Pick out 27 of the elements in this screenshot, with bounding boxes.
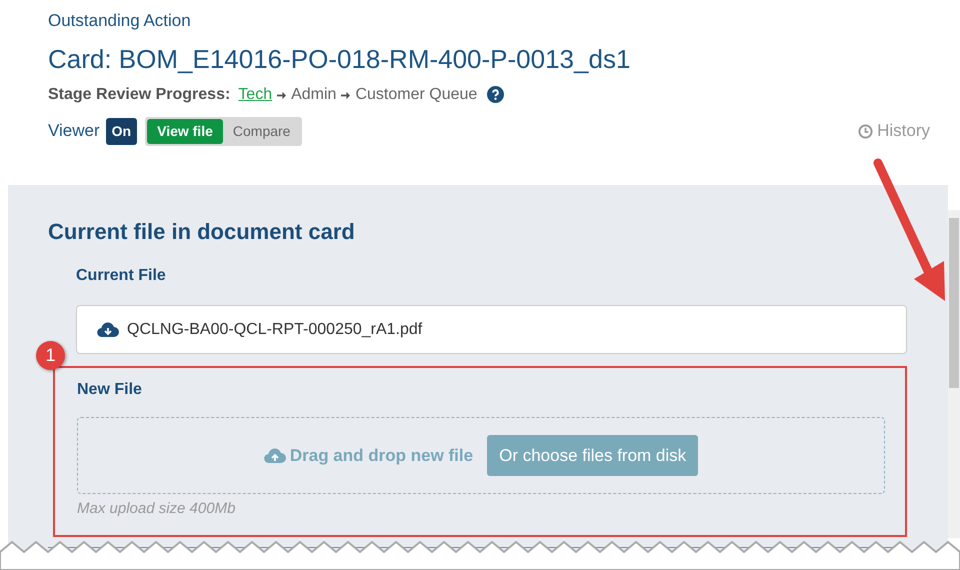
- mode-tab[interactable]: Compare: [222, 118, 300, 144]
- file-name: QCLNG-BA00-QCL-RPT-000250_rA1.pdf: [127, 320, 422, 340]
- cloud-download-icon: [97, 322, 119, 338]
- viewer-label: Viewer: [48, 120, 100, 142]
- mode-tab[interactable]: View file: [147, 118, 223, 144]
- scrollbar[interactable]: [948, 210, 960, 538]
- choose-files-button[interactable]: Or choose files from disk: [487, 434, 698, 476]
- clock-icon: [858, 124, 874, 138]
- help-icon[interactable]: [487, 86, 504, 103]
- drop-zone[interactable]: Drag and drop new file Or choose files from disk: [77, 417, 885, 494]
- panel-heading: Current file in document card: [48, 218, 356, 246]
- history-text: History: [877, 120, 930, 142]
- card-title: Card: BOM_E14016-PO-018-RM-400-P-0013_ds1: [48, 42, 632, 76]
- stage-step: Admin: [291, 82, 336, 106]
- drop-text: Drag and drop new file: [290, 444, 474, 467]
- field-label: New File: [77, 380, 143, 400]
- upload-hint: Max upload size 400Mb: [77, 499, 236, 519]
- stage-link[interactable]: Tech: [238, 82, 272, 106]
- stage-step: Customer Queue: [355, 82, 478, 106]
- viewer-toggle[interactable]: On: [106, 118, 138, 144]
- section-label: Outstanding Action: [48, 10, 192, 32]
- progress-label: Stage Review Progress:: [48, 84, 230, 104]
- file-link[interactable]: QCLNG-BA00-QCL-RPT-000250_rA1.pdf: [76, 305, 907, 354]
- field-label: Current File: [76, 266, 167, 286]
- history-link[interactable]: History: [858, 118, 930, 144]
- scroll-thumb[interactable]: [949, 218, 959, 388]
- cloud-upload-icon: [264, 448, 286, 464]
